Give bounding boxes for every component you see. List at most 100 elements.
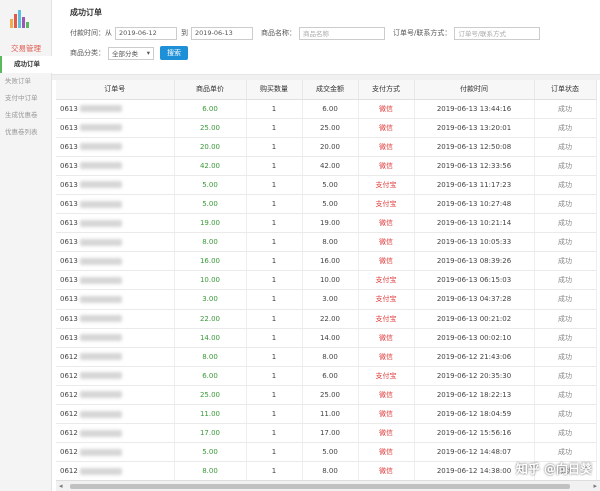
amount-cell: 25.00 [302, 118, 359, 138]
quantity-cell-text: 1 [271, 429, 277, 438]
status-cell-text: 成功 [558, 295, 572, 304]
sidebar-item-failed-orders[interactable]: 失败订单 [0, 73, 52, 90]
table-row[interactable]: 0613 42.00 1 42.00 微信 2019-06-13 12:33:56 成功 [56, 156, 597, 176]
amount-cell-text: 25.00 [319, 123, 341, 132]
horizontal-scrollbar[interactable]: ◂ ▸ [56, 480, 600, 491]
table-row[interactable]: 0612 8.00 1 8.00 微信 2019-06-12 21:43:06 成功 [56, 347, 597, 367]
unit-price-cell: 5.00 [174, 194, 247, 215]
table-row[interactable]: 0612 17.00 1 17.00 微信 2019-06-12 15:56:16 成功 [56, 423, 597, 444]
status-cell: 成功 [534, 194, 597, 215]
table-row[interactable]: 0613 22.00 1 22.00 支付宝 2019-06-13 00:21:02 成功 [56, 309, 597, 329]
sidebar-group-trade[interactable]: 交易管理 [0, 42, 52, 56]
amount-cell: 8.00 [302, 461, 359, 480]
pay-method-cell-text: 支付宝 [375, 295, 397, 304]
pay-time-cell: 2019-06-12 18:04:59 [414, 404, 535, 425]
redacted-order-id [79, 238, 122, 246]
pay-method-cell-text: 微信 [379, 467, 393, 476]
table-row[interactable]: 0612 25.00 1 25.00 微信 2019-06-12 18:22:13 成功 [56, 385, 597, 406]
sidebar-nav: 交易管理 成功订单 失败订单 支付中订单 生成优惠卷 优惠卷列表 [0, 42, 52, 141]
table-row[interactable]: 0613 25.00 1 25.00 微信 2019-06-13 13:20:01 成功 [56, 118, 597, 138]
pay-method-cell: 微信 [358, 118, 415, 138]
pay-time-cell-text: 2019-06-12 21:43:06 [436, 352, 512, 361]
date-to-input[interactable]: 2019-06-13 [191, 26, 253, 40]
order-id-cell: 0612 [56, 404, 175, 425]
sidebar-item-paying-orders[interactable]: 支付中订单 [0, 90, 52, 107]
sidebar: 交易管理 成功订单 失败订单 支付中订单 生成优惠卷 优惠卷列表 [0, 0, 52, 491]
table-row[interactable]: 0613 10.00 1 10.00 支付宝 2019-06-13 06:15:03 成功 [56, 270, 597, 291]
quantity-cell: 1 [246, 175, 303, 195]
pay-method-cell: 微信 [358, 423, 415, 444]
col-amount[interactable]: 成交金额 [302, 80, 359, 100]
pay-time-cell: 2019-06-13 10:05:33 [414, 232, 535, 253]
table-row[interactable]: 0612 6.00 1 6.00 支付宝 2019-06-12 20:35:30 成功 [56, 366, 597, 386]
redacted-order-id [79, 448, 122, 456]
amount-cell-text: 20.00 [319, 142, 341, 151]
category-select[interactable]: 全部分类 ▾ [108, 46, 154, 60]
col-unit-price[interactable]: 商品单价 [174, 80, 247, 100]
col-pay-method[interactable]: 支付方式 [358, 80, 415, 100]
quantity-cell-text: 1 [271, 333, 277, 342]
order-id-cell: 0613 [56, 99, 175, 119]
table-row[interactable]: 0613 3.00 1 3.00 支付宝 2019-06-13 04:37:28 成功 [56, 289, 597, 310]
col-quantity[interactable]: 购买数量 [246, 80, 303, 100]
pay-time-cell: 2019-06-13 12:33:56 [414, 156, 535, 176]
order-id-cell: 0613 [56, 270, 175, 291]
quantity-cell: 1 [246, 309, 303, 329]
col-status[interactable]: 订单状态 [534, 80, 597, 100]
search-button[interactable]: 搜索 [160, 46, 188, 60]
unit-price-cell-text: 16.00 [199, 257, 221, 266]
page-title: 成功订单 [70, 8, 102, 17]
table-row[interactable]: 0613 6.00 1 6.00 微信 2019-06-13 13:44:16 成功 [56, 99, 597, 119]
amount-cell: 17.00 [302, 423, 359, 444]
table-row[interactable]: 0613 16.00 1 16.00 微信 2019-06-13 08:39:26 成功 [56, 251, 597, 272]
table-row[interactable]: 0612 5.00 1 5.00 微信 2019-06-12 14:48:07 成功 [56, 442, 597, 463]
redacted-order-id [79, 276, 122, 284]
col-pay-time[interactable]: 付款时间 [414, 80, 535, 100]
sidebar-item-generate-coupon[interactable]: 生成优惠卷 [0, 107, 52, 124]
scroll-left-arrow-icon[interactable]: ◂ [59, 482, 63, 490]
pay-time-cell: 2019-06-12 15:56:16 [414, 423, 535, 444]
status-cell: 成功 [534, 366, 597, 386]
date-from-input[interactable]: 2019-06-12 [115, 26, 177, 40]
table-row[interactable]: 0613 20.00 1 20.00 微信 2019-06-13 12:50:08 成功 [56, 137, 597, 157]
table-row[interactable]: 0613 19.00 1 19.00 微信 2019-06-13 10:21:14 成功 [56, 213, 597, 234]
product-name-input[interactable]: 商品名称 [299, 26, 385, 40]
scroll-right-arrow-icon[interactable]: ▸ [593, 482, 597, 490]
unit-price-cell-text: 6.00 [202, 371, 218, 380]
col-order-id[interactable]: 订单号 [56, 80, 175, 100]
quantity-cell: 1 [246, 137, 303, 157]
quantity-cell-text: 1 [271, 200, 277, 209]
order-id-cell-text: 0613 [60, 314, 78, 323]
quantity-cell: 1 [246, 366, 303, 386]
unit-price-cell: 25.00 [174, 118, 247, 138]
table-row[interactable]: 0612 11.00 1 11.00 微信 2019-06-12 18:04:59 成功 [56, 404, 597, 425]
table-row[interactable]: 0613 5.00 1 5.00 支付宝 2019-06-13 11:17:23 成功 [56, 175, 597, 195]
pay-method-cell: 微信 [358, 404, 415, 425]
table-row[interactable]: 0613 5.00 1 5.00 支付宝 2019-06-13 10:27:48 成功 [56, 194, 597, 215]
table-row[interactable]: 0613 14.00 1 14.00 微信 2019-06-13 00:02:10 成功 [56, 328, 597, 348]
pay-method-cell-text: 支付宝 [375, 314, 397, 323]
quantity-cell: 1 [246, 289, 303, 310]
scrollbar-thumb[interactable] [70, 484, 570, 489]
redacted-order-id [79, 105, 122, 113]
pay-time-cell-text: 2019-06-12 14:48:07 [436, 448, 512, 457]
quantity-cell-text: 1 [271, 276, 277, 285]
category-select-value: 全部分类 [112, 50, 138, 58]
unit-price-cell-text: 8.00 [202, 352, 218, 361]
order-id-cell: 0612 [56, 461, 175, 480]
redacted-order-id [79, 467, 122, 475]
quantity-cell: 1 [246, 442, 303, 463]
amount-cell: 10.00 [302, 270, 359, 291]
pay-time-cell-text: 2019-06-13 10:27:48 [436, 200, 512, 209]
unit-price-cell-text: 10.00 [199, 276, 221, 285]
sidebar-item-coupon-list[interactable]: 优惠卷列表 [0, 124, 52, 141]
sidebar-item-success-orders[interactable]: 成功订单 [0, 56, 52, 73]
table-row[interactable]: 0613 8.00 1 8.00 微信 2019-06-13 10:05:33 成功 [56, 232, 597, 253]
order-contact-input[interactable]: 订单号/联系方式 [454, 26, 541, 40]
order-id-cell-text: 0613 [60, 180, 78, 189]
status-cell-text: 成功 [558, 333, 572, 342]
unit-price-cell-text: 22.00 [199, 314, 221, 323]
pay-method-cell-text: 微信 [379, 161, 393, 170]
unit-price-cell-text: 3.00 [202, 295, 218, 304]
quantity-cell-text: 1 [271, 180, 277, 189]
